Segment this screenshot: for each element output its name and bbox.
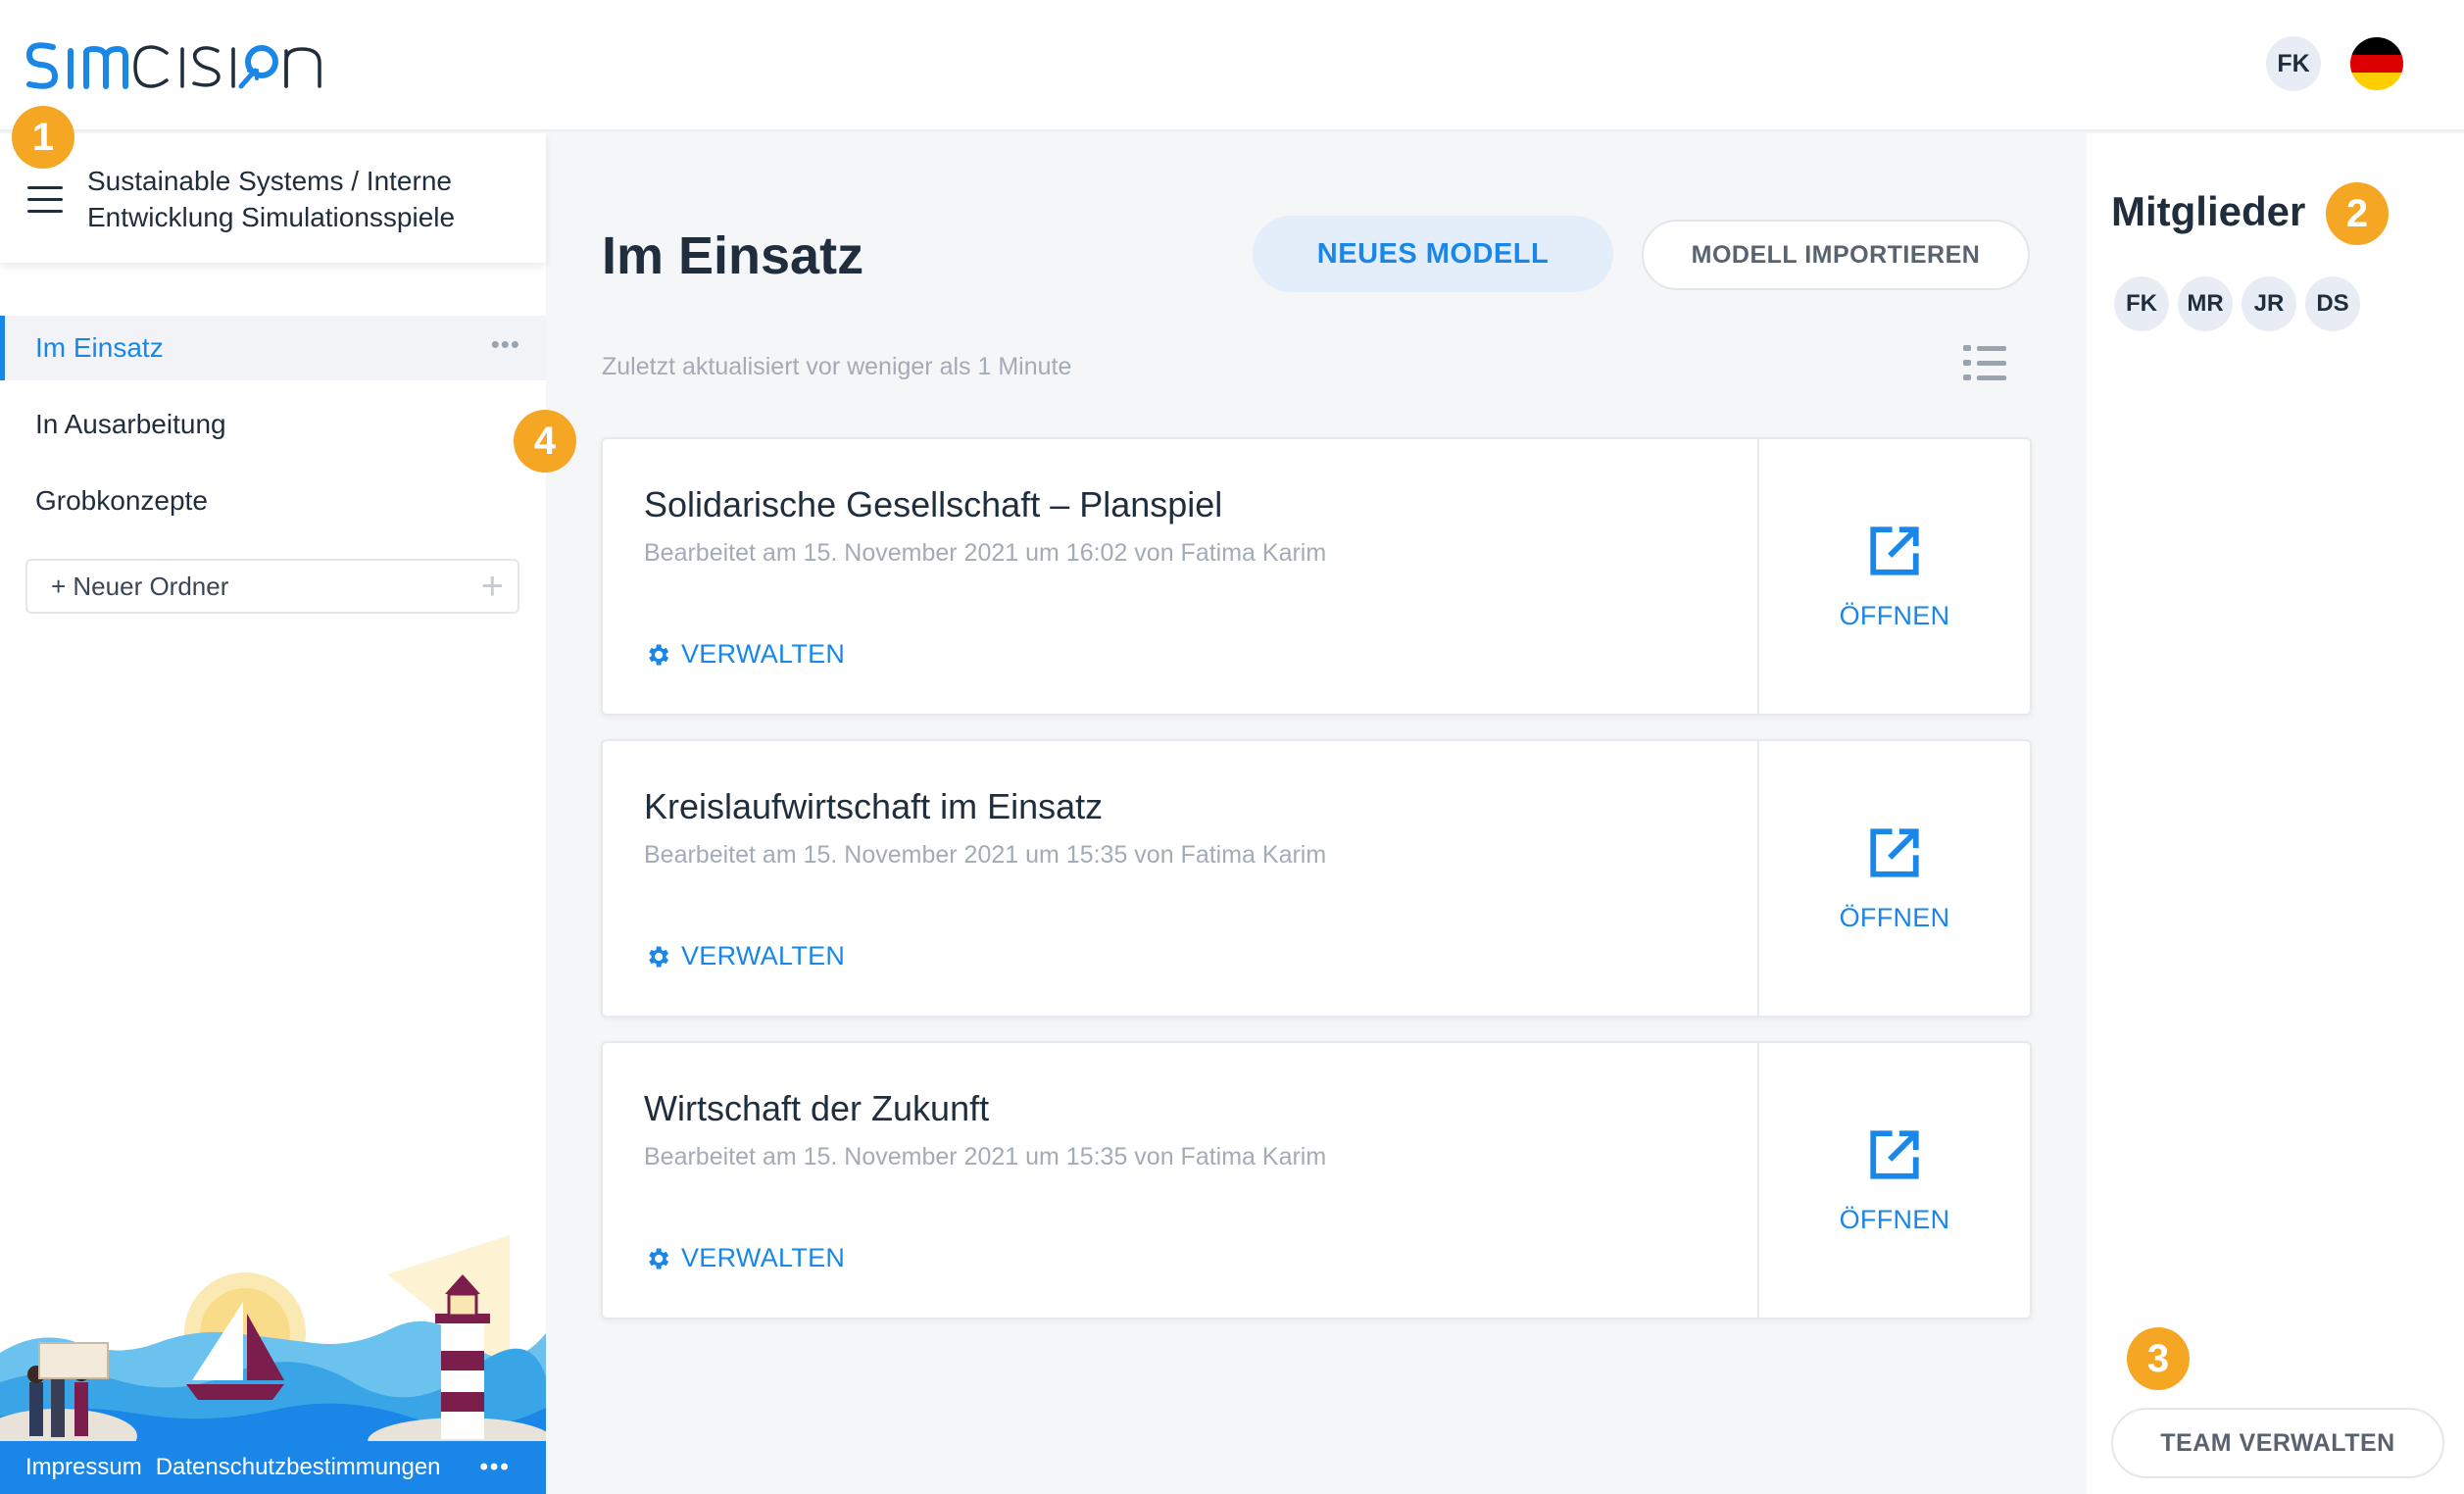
open-label: ÖFFNEN bbox=[1839, 600, 1950, 630]
model-card: Wirtschaft der Zukunft Bearbeitet am 15.… bbox=[601, 1041, 2032, 1320]
flag-stripe-black bbox=[2350, 37, 2403, 55]
new-folder-input[interactable]: + Neuer Ordner + bbox=[25, 559, 519, 614]
open-label: ÖFFNEN bbox=[1839, 1204, 1950, 1234]
sidebar-footer: Impressum Datenschutzbestimmungen ••• bbox=[0, 1441, 546, 1494]
folder-item-im-einsatz[interactable]: Im Einsatz ••• bbox=[0, 316, 546, 380]
folder-label: Im Einsatz bbox=[35, 332, 164, 363]
tutorial-badge-4: 4 bbox=[514, 410, 576, 473]
tutorial-badge-3: 3 bbox=[2127, 1327, 2190, 1390]
gear-icon bbox=[649, 644, 669, 665]
page-title: Im Einsatz bbox=[602, 226, 864, 285]
flag-stripe-red bbox=[2350, 55, 2403, 73]
add-folder-icon[interactable]: + bbox=[481, 565, 504, 609]
model-meta: Bearbeitet am 15. November 2021 um 15:35… bbox=[644, 1143, 1327, 1170]
hamburger-menu-icon[interactable] bbox=[27, 186, 63, 214]
sailing-lighthouse-illustration bbox=[0, 1235, 546, 1461]
model-title: Kreislaufwirtschaft im Einsatz bbox=[644, 786, 1104, 826]
manage-label: VERWALTEN bbox=[681, 639, 846, 669]
left-sidebar: Sustainable Systems / Interne Entwicklun… bbox=[0, 133, 546, 1494]
manage-model-button[interactable]: VERWALTEN bbox=[644, 1243, 845, 1273]
manage-model-button[interactable]: VERWALTEN bbox=[644, 639, 845, 670]
folder-label: Grobkonzepte bbox=[35, 485, 208, 516]
member-avatar[interactable]: DS bbox=[2305, 276, 2360, 331]
open-label: ÖFFNEN bbox=[1839, 902, 1950, 932]
model-title: Wirtschaft der Zukunft bbox=[644, 1088, 990, 1128]
tutorial-badge-2: 2 bbox=[2326, 182, 2389, 245]
folder-item-grobkonzepte[interactable]: Grobkonzepte bbox=[0, 469, 546, 533]
impressum-link[interactable]: Impressum bbox=[25, 1454, 142, 1481]
last-updated-text: Zuletzt aktualisiert vor weniger als 1 M… bbox=[602, 353, 1072, 380]
member-avatar[interactable]: MR bbox=[2178, 276, 2233, 331]
model-list: Solidarische Gesellschaft – Planspiel Be… bbox=[601, 437, 2032, 1343]
gear-icon bbox=[649, 946, 669, 967]
breadcrumb-line-2: Entwicklung Simulationsspiele bbox=[87, 202, 456, 232]
open-external-icon bbox=[1870, 525, 1919, 575]
members-panel: Mitglieder FK MR JR DS TEAM VERWALTEN bbox=[2087, 133, 2464, 1494]
flag-stripe-gold bbox=[2350, 73, 2403, 90]
open-model-button[interactable]: ÖFFNEN bbox=[1757, 741, 2030, 1016]
breadcrumb-line-1: Sustainable Systems / Interne bbox=[87, 166, 452, 196]
member-avatar[interactable]: FK bbox=[2114, 276, 2169, 331]
model-title: Solidarische Gesellschaft – Planspiel bbox=[644, 484, 1223, 524]
open-model-button[interactable]: ÖFFNEN bbox=[1757, 1043, 2030, 1318]
manage-model-button[interactable]: VERWALTEN bbox=[644, 941, 845, 971]
new-folder-placeholder: + Neuer Ordner bbox=[51, 571, 229, 601]
open-external-icon bbox=[1870, 1129, 1919, 1179]
folder-item-in-ausarbeitung[interactable]: In Ausarbeitung bbox=[0, 392, 546, 457]
folder-more-icon[interactable]: ••• bbox=[491, 329, 520, 360]
manage-label: VERWALTEN bbox=[681, 1243, 846, 1272]
breadcrumb: Sustainable Systems / Interne Entwicklun… bbox=[0, 133, 546, 263]
folder-list: Im Einsatz ••• In Ausarbeitung Grobkonze… bbox=[0, 316, 546, 545]
list-view-icon[interactable] bbox=[1963, 343, 2006, 382]
member-avatar-list: FK MR JR DS bbox=[2114, 276, 2369, 331]
open-external-icon bbox=[1870, 827, 1919, 877]
main-content: Im Einsatz NEUES MODELL MODELL IMPORTIER… bbox=[548, 133, 2087, 1494]
breadcrumb-text: Sustainable Systems / Interne Entwicklun… bbox=[87, 163, 518, 235]
privacy-link[interactable]: Datenschutzbestimmungen bbox=[156, 1454, 441, 1481]
tutorial-badge-1: 1 bbox=[12, 106, 74, 169]
user-avatar[interactable]: FK bbox=[2266, 36, 2321, 91]
open-model-button[interactable]: ÖFFNEN bbox=[1757, 439, 2030, 714]
top-bar: FK bbox=[0, 0, 2464, 131]
manage-team-button[interactable]: TEAM VERWALTEN bbox=[2111, 1408, 2444, 1478]
member-avatar[interactable]: JR bbox=[2242, 276, 2296, 331]
simcision-logo[interactable] bbox=[24, 29, 357, 98]
model-meta: Bearbeitet am 15. November 2021 um 15:35… bbox=[644, 841, 1327, 869]
model-card: Solidarische Gesellschaft – Planspiel Be… bbox=[601, 437, 2032, 716]
gear-icon bbox=[649, 1248, 669, 1269]
model-card: Kreislaufwirtschaft im Einsatz Bearbeite… bbox=[601, 739, 2032, 1018]
new-model-button[interactable]: NEUES MODELL bbox=[1253, 216, 1613, 292]
folder-label: In Ausarbeitung bbox=[35, 409, 226, 439]
members-title: Mitglieder bbox=[2111, 188, 2306, 234]
de-flag-icon[interactable] bbox=[2350, 37, 2403, 90]
footer-more-icon[interactable]: ••• bbox=[480, 1454, 511, 1481]
logo-wordmark bbox=[25, 42, 321, 89]
import-model-button[interactable]: MODELL IMPORTIEREN bbox=[1642, 220, 2030, 290]
manage-label: VERWALTEN bbox=[681, 941, 846, 971]
model-meta: Bearbeitet am 15. November 2021 um 16:02… bbox=[644, 539, 1327, 567]
